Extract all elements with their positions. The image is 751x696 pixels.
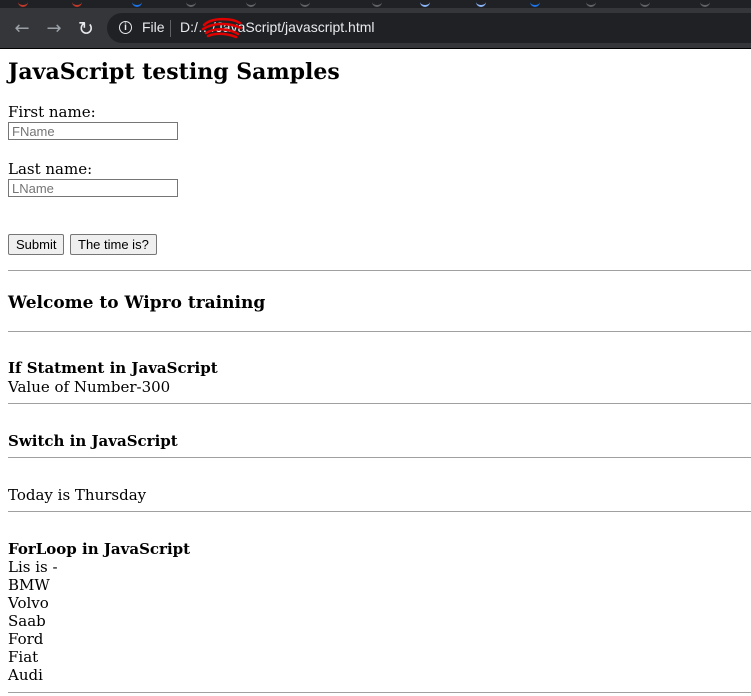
tab-fragment: [530, 0, 540, 7]
list-item: Volvo: [8, 594, 49, 612]
back-arrow-icon[interactable]: ←: [12, 19, 32, 39]
tab-fragment: [586, 0, 596, 7]
forward-arrow-icon[interactable]: →: [44, 19, 64, 39]
list-item: BMW: [8, 576, 50, 594]
time-button[interactable]: The time is?: [70, 234, 157, 255]
page-title: JavaScript testing Samples: [8, 59, 340, 85]
last-name-input[interactable]: [8, 179, 178, 197]
page-content: JavaScript testing Samples First name: L…: [8, 49, 751, 693]
tab-fragment: [246, 0, 256, 7]
last-name-label: Last name:: [8, 160, 93, 178]
submit-button[interactable]: Submit: [8, 234, 65, 255]
if-section-text: Value of Number-300: [8, 378, 171, 396]
tab-fragment: [476, 0, 486, 7]
switch-section-heading: Switch in JavaScript: [8, 432, 178, 450]
tab-fragment: [420, 0, 430, 7]
switch-section-text: Today is Thursday: [8, 486, 147, 504]
tab-fragment: [700, 0, 710, 7]
tab-strip: [0, 0, 751, 8]
first-name-label: First name:: [8, 103, 96, 121]
tab-fragment: [186, 0, 196, 7]
if-section-heading: If Statment in JavaScript: [8, 359, 218, 377]
divider: [8, 331, 751, 332]
info-icon[interactable]: i: [119, 21, 132, 34]
list-item: Fiat: [8, 648, 39, 666]
divider: [8, 457, 751, 458]
tab-fragment: [372, 0, 382, 7]
browser-toolbar: ← → ↻ i File D:/…/JavaScript/javascript.…: [0, 8, 751, 48]
scheme-label: File: [142, 19, 165, 35]
list-item: Saab: [8, 612, 46, 630]
list-item: Audi: [8, 666, 43, 684]
divider: [8, 511, 751, 512]
reload-icon[interactable]: ↻: [76, 19, 96, 39]
tab-fragment: [72, 0, 82, 7]
address-divider: [170, 20, 171, 37]
redaction-scribble: [201, 17, 243, 39]
tab-fragment: [18, 0, 28, 7]
address-bar[interactable]: i File D:/…/JavaScript/javascript.html: [107, 13, 751, 43]
divider: [8, 270, 751, 271]
divider: [8, 692, 751, 693]
welcome-heading: Welcome to Wipro training: [8, 293, 266, 313]
tab-fragment: [132, 0, 142, 7]
forloop-intro: Lis is -: [8, 558, 58, 576]
divider: [8, 403, 751, 404]
tab-fragment: [300, 0, 310, 7]
list-item: Ford: [8, 630, 44, 648]
tab-fragment: [640, 0, 650, 7]
first-name-input[interactable]: [8, 122, 178, 140]
forloop-section-heading: ForLoop in JavaScript: [8, 540, 191, 558]
